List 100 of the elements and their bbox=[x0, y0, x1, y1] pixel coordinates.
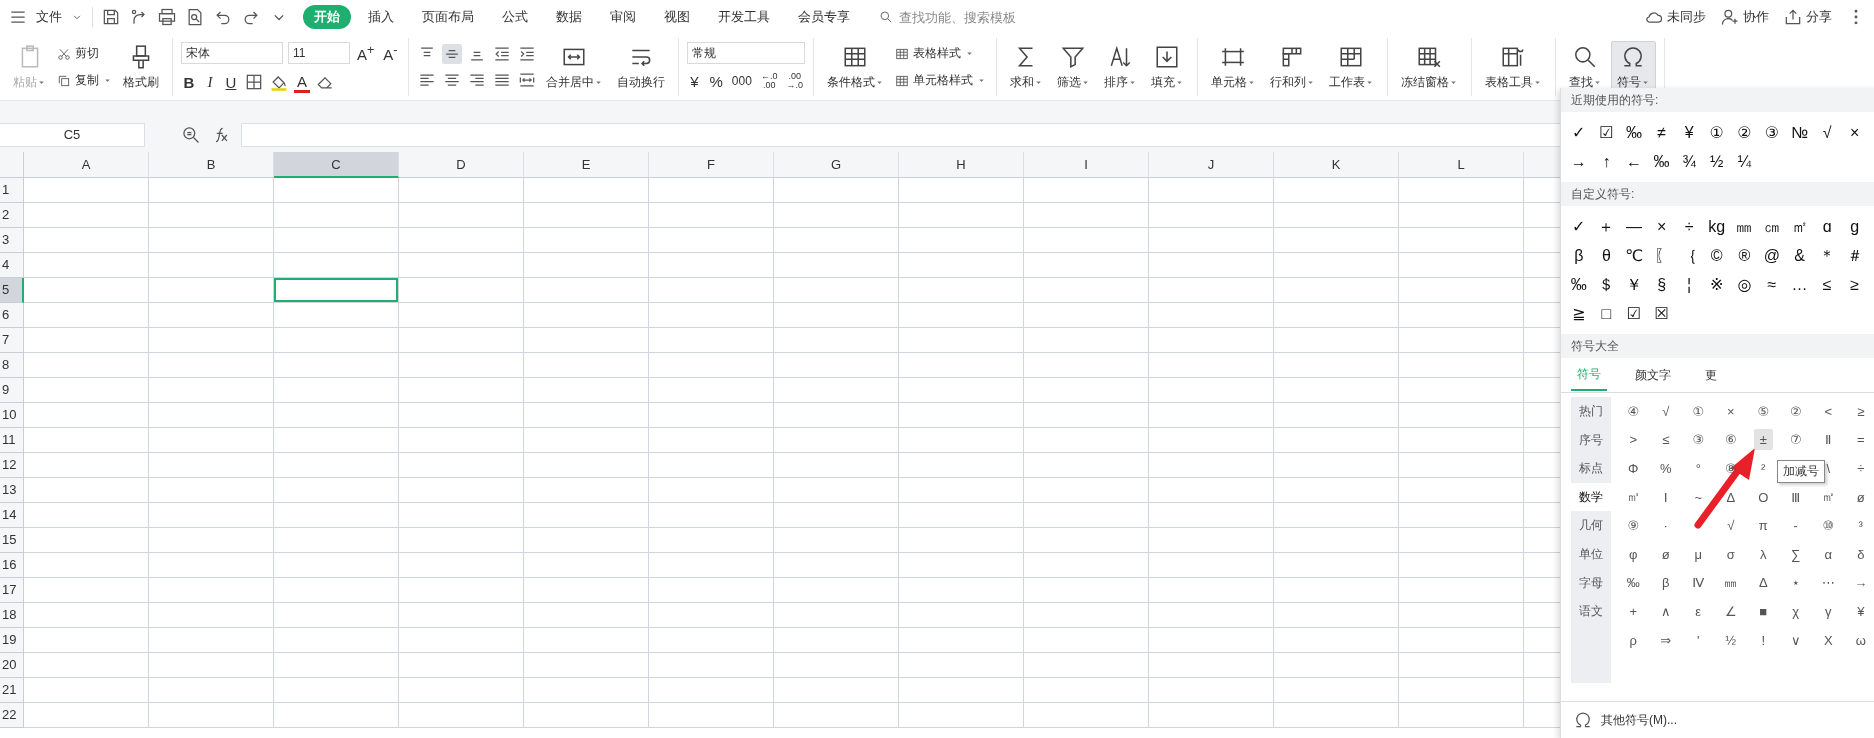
symbol-item[interactable]: ✓ bbox=[1565, 118, 1593, 147]
table-cell[interactable] bbox=[774, 628, 899, 653]
ribbon-tab[interactable]: 审阅 bbox=[599, 5, 647, 29]
symbol-item[interactable]: ¾ bbox=[1675, 147, 1703, 176]
symbol-item[interactable]: @ bbox=[1758, 241, 1786, 270]
symbol-item[interactable]: ← bbox=[1620, 147, 1648, 176]
table-cell[interactable] bbox=[899, 453, 1024, 478]
table-cell[interactable] bbox=[399, 703, 524, 728]
symbol-item[interactable]: ⑦ bbox=[1783, 429, 1808, 451]
table-cell[interactable] bbox=[1024, 603, 1149, 628]
table-cell[interactable] bbox=[274, 428, 399, 453]
table-cell[interactable] bbox=[649, 278, 774, 303]
ribbon-tab[interactable]: 插入 bbox=[357, 5, 405, 29]
table-cell[interactable] bbox=[1399, 528, 1524, 553]
table-cell[interactable] bbox=[149, 303, 274, 328]
ribbon-tab[interactable]: 公式 bbox=[491, 5, 539, 29]
symbol-item[interactable]: ± bbox=[1753, 429, 1773, 451]
table-cell[interactable] bbox=[24, 603, 149, 628]
table-cell[interactable] bbox=[1274, 478, 1399, 503]
table-cell[interactable] bbox=[1274, 228, 1399, 253]
table-cell[interactable] bbox=[899, 653, 1024, 678]
symbol-item[interactable]: ☑ bbox=[1592, 118, 1621, 147]
symbol-item[interactable]: ㎥ bbox=[1620, 485, 1646, 510]
symbol-item[interactable]: ✓ bbox=[1565, 212, 1593, 241]
symbol-item[interactable]: + bbox=[1623, 600, 1644, 622]
symbol-item[interactable]: · bbox=[1657, 515, 1674, 537]
table-cell[interactable] bbox=[1274, 528, 1399, 553]
table-cell[interactable] bbox=[1024, 328, 1149, 353]
symbol-item[interactable]: ＊ bbox=[1813, 241, 1841, 270]
table-cell[interactable] bbox=[649, 403, 774, 428]
table-cell[interactable] bbox=[1149, 628, 1274, 653]
row-header[interactable]: 12 bbox=[0, 453, 24, 478]
table-cell[interactable] bbox=[149, 228, 274, 253]
table-cell[interactable] bbox=[1399, 628, 1524, 653]
printer-icon[interactable] bbox=[157, 7, 177, 27]
add-decimal-button[interactable]: ←.0 .00 bbox=[758, 70, 780, 92]
symbol-item[interactable]: ° bbox=[1689, 458, 1707, 479]
table-cell[interactable] bbox=[274, 678, 399, 703]
table-cell[interactable] bbox=[524, 503, 649, 528]
table-cell[interactable] bbox=[1274, 178, 1399, 203]
symbol-item[interactable]: ≧ bbox=[1565, 299, 1593, 328]
file-menu[interactable]: 文件 bbox=[36, 8, 62, 26]
table-cell[interactable] bbox=[24, 578, 149, 603]
table-cell[interactable] bbox=[149, 653, 274, 678]
table-cell[interactable] bbox=[399, 528, 524, 553]
ribbon-tab[interactable]: 数据 bbox=[545, 5, 593, 29]
symbol-item[interactable]: σ bbox=[1720, 543, 1741, 565]
symbol-item[interactable]: ɡ bbox=[1840, 212, 1869, 241]
toolbar-link[interactable]: 协作 bbox=[1743, 8, 1769, 26]
symbol-item[interactable]: × bbox=[1840, 118, 1869, 147]
table-cell[interactable] bbox=[1149, 428, 1274, 453]
table-cell[interactable] bbox=[274, 328, 399, 353]
symbol-item[interactable]: Φ bbox=[1622, 458, 1645, 479]
symbol-item[interactable]: kg bbox=[1702, 212, 1731, 241]
table-cell[interactable] bbox=[1024, 303, 1149, 328]
symbol-item[interactable]: ≥ bbox=[1840, 270, 1869, 299]
table-cell[interactable] bbox=[899, 328, 1024, 353]
symbol-item[interactable]: ÷ bbox=[1851, 458, 1871, 479]
table-cell[interactable] bbox=[24, 703, 149, 728]
table-cell[interactable] bbox=[1024, 378, 1149, 403]
symbol-item[interactable]: ≥ bbox=[1851, 400, 1871, 422]
symbol-item[interactable]: ³ bbox=[1852, 515, 1869, 537]
symbol-item[interactable]: Ⅲ bbox=[1785, 486, 1807, 508]
table-cell[interactable] bbox=[149, 628, 274, 653]
symbol-item[interactable]: ¼ bbox=[1730, 147, 1759, 176]
table-cell[interactable] bbox=[1149, 603, 1274, 628]
table-cell[interactable] bbox=[1149, 578, 1274, 603]
table-cell[interactable] bbox=[899, 703, 1024, 728]
column-header[interactable]: H bbox=[899, 152, 1024, 178]
table-cell[interactable] bbox=[24, 378, 149, 403]
table-cell[interactable] bbox=[649, 553, 774, 578]
table-cell[interactable] bbox=[149, 503, 274, 528]
table-cell[interactable] bbox=[1274, 378, 1399, 403]
table-cell[interactable] bbox=[1149, 703, 1274, 728]
table-cell[interactable] bbox=[1024, 678, 1149, 703]
table-cell[interactable] bbox=[1149, 178, 1274, 203]
table-cell[interactable] bbox=[399, 378, 524, 403]
row-header[interactable]: 19 bbox=[0, 628, 24, 653]
symbol-item[interactable]: ⑤ bbox=[1751, 400, 1776, 422]
table-cell[interactable] bbox=[274, 353, 399, 378]
table-cell[interactable] bbox=[149, 453, 274, 478]
symbol-item[interactable]: % bbox=[1653, 458, 1678, 479]
table-cell[interactable] bbox=[274, 453, 399, 478]
symbol-item[interactable]: → bbox=[1565, 147, 1593, 176]
table-cell[interactable] bbox=[399, 653, 524, 678]
ribbon-button[interactable]: 单元格 bbox=[1205, 41, 1261, 93]
table-cell[interactable] bbox=[524, 253, 649, 278]
align-middle-icon[interactable] bbox=[441, 44, 462, 64]
table-cell[interactable] bbox=[774, 478, 899, 503]
panel-tab[interactable]: 更 bbox=[1699, 360, 1723, 390]
symbol-item[interactable]: ‰ bbox=[1647, 147, 1676, 176]
row-header[interactable]: 11 bbox=[0, 428, 24, 453]
table-cell[interactable] bbox=[1149, 378, 1274, 403]
symbol-item[interactable]: Ⅰ bbox=[1657, 486, 1674, 508]
table-cell[interactable] bbox=[274, 628, 399, 653]
row-header[interactable]: 3 bbox=[0, 228, 24, 253]
symbol-item[interactable]: ‰ bbox=[1620, 572, 1646, 594]
symbol-item[interactable]: ■ bbox=[1753, 600, 1774, 622]
column-header[interactable]: G bbox=[774, 152, 899, 178]
ribbon-button[interactable]: 求和 bbox=[1004, 41, 1048, 93]
